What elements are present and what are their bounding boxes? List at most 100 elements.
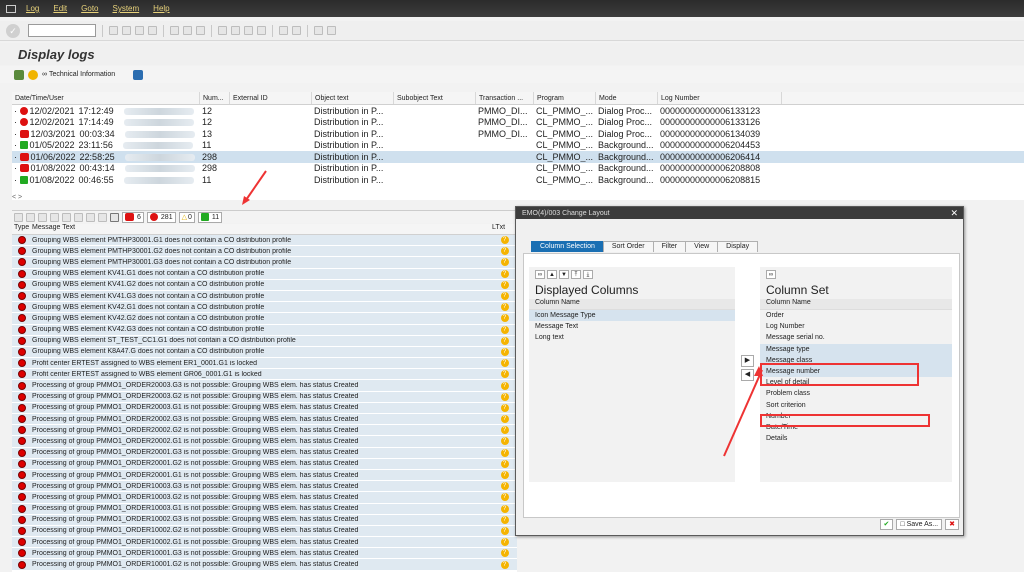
enter-icon[interactable]: ✓: [6, 23, 20, 38]
last-page-icon[interactable]: [257, 26, 266, 35]
long-text-cell[interactable]: ?: [492, 549, 517, 558]
list-item[interactable]: Processing of group PMMO1_ORDER20003.G3 …: [12, 380, 517, 392]
info-icon[interactable]: [133, 69, 144, 80]
excel-icon[interactable]: [74, 212, 83, 222]
list-item[interactable]: Grouping WBS element KV41.G3 does not co…: [12, 290, 517, 303]
shortcut-icon[interactable]: [292, 26, 301, 35]
save-icon[interactable]: [109, 26, 118, 35]
long-text-cell[interactable]: ?: [492, 526, 517, 535]
list-item[interactable]: Grouping WBS element K8A47.G does not co…: [12, 346, 517, 359]
list-item[interactable]: Grouping WBS element KV41.G1 does not co…: [12, 268, 517, 280]
col-object-text[interactable]: Object text: [312, 92, 394, 104]
displayed-column-item[interactable]: Message Text: [529, 321, 735, 332]
col-date-time-user[interactable]: Date/Time/User: [12, 92, 200, 104]
list-item[interactable]: Processing of group PMMO1_ORDER10002.G2 …: [12, 525, 517, 538]
add-column-button[interactable]: ▶: [741, 355, 754, 367]
change-layout-icon[interactable]: [110, 212, 119, 222]
col-log-number[interactable]: Log Number: [658, 92, 782, 104]
col-external-id[interactable]: External ID: [230, 92, 312, 104]
next-page-icon[interactable]: [244, 26, 253, 35]
tab-column-selection[interactable]: Column Selection: [531, 241, 604, 252]
list-item[interactable]: Processing of group PMMO1_ORDER10003.G2 …: [12, 492, 517, 504]
list-item[interactable]: Profit center ERTEST assigned to WBS ele…: [12, 358, 517, 370]
prev-page-icon[interactable]: [231, 26, 240, 35]
list-item[interactable]: Grouping WBS element KV41.G2 does not co…: [12, 279, 517, 291]
long-text-cell[interactable]: ?: [492, 236, 517, 245]
long-text-cell[interactable]: ?: [492, 459, 517, 468]
filter-error-count[interactable]: 281: [146, 211, 176, 223]
long-text-cell[interactable]: ?: [492, 258, 517, 267]
print-icon[interactable]: [170, 26, 179, 35]
list-item[interactable]: Processing of group PMMO1_ORDER20002.G1 …: [12, 436, 517, 448]
remove-column-button[interactable]: ◀: [741, 369, 754, 381]
long-text-cell[interactable]: ?: [492, 415, 517, 424]
display-icon[interactable]: [14, 69, 24, 80]
table-row[interactable]: · 12/03/2021 00:03:34 13 Distribution in P.…: [12, 128, 1024, 140]
tab-view[interactable]: View: [685, 241, 719, 252]
tab-display[interactable]: Display: [717, 241, 759, 252]
long-text-cell[interactable]: ?: [492, 314, 517, 323]
long-text-cell[interactable]: ?: [492, 482, 517, 491]
list-item[interactable]: Grouping WBS element KV42.G3 does not co…: [12, 324, 517, 336]
long-text-cell[interactable]: ?: [492, 426, 517, 435]
first-page-icon[interactable]: [218, 26, 227, 35]
menu-system[interactable]: System: [113, 4, 140, 13]
list-item[interactable]: Processing of group PMMO1_ORDER10002.G1 …: [12, 537, 517, 549]
list-item[interactable]: Grouping WBS element KV42.G1 does not co…: [12, 302, 517, 314]
table-row[interactable]: · 01/08/2022 00:46:55 11 Distribution in P.…: [12, 174, 1024, 186]
list-item[interactable]: Processing of group PMMO1_ORDER10001.G2 …: [12, 559, 517, 571]
col-number[interactable]: Num...: [200, 92, 230, 104]
find-icon[interactable]: [183, 26, 192, 35]
long-text-cell[interactable]: ?: [492, 381, 517, 390]
col-program[interactable]: Program: [534, 92, 596, 104]
find-next-icon[interactable]: [196, 26, 205, 35]
col-subobject-text[interactable]: Subobject Text: [394, 92, 476, 104]
list-item[interactable]: Processing of group PMMO1_ORDER10001.G3 …: [12, 548, 517, 560]
long-text-cell[interactable]: ?: [492, 493, 517, 502]
list-item[interactable]: Processing of group PMMO1_ORDER10002.G3 …: [12, 514, 517, 526]
tab-sort-order[interactable]: Sort Order: [602, 241, 654, 252]
long-text-cell[interactable]: ?: [492, 347, 517, 356]
cancel-icon[interactable]: [148, 26, 157, 35]
confirm-icon[interactable]: ✔: [879, 519, 894, 530]
list-item[interactable]: Grouping WBS element PMTHP30001.G3 does …: [12, 257, 517, 269]
filter-icon[interactable]: [38, 212, 47, 222]
column-set-item[interactable]: Log Number: [760, 321, 952, 332]
command-field[interactable]: [28, 24, 96, 37]
sum-icon[interactable]: [50, 212, 59, 222]
find-icon[interactable]: ∞: [766, 270, 776, 279]
table-row[interactable]: · 12/02/2021 17:12:49 12 Distribution in P.…: [12, 105, 1024, 117]
column-set-item[interactable]: Details: [760, 433, 952, 444]
filter-warning-count[interactable]: △ 0: [178, 211, 195, 223]
long-text-cell[interactable]: ?: [492, 325, 517, 334]
long-text-cell[interactable]: ?: [492, 359, 517, 368]
move-down-icon[interactable]: ▼: [559, 270, 569, 279]
table-row[interactable]: · 12/02/2021 17:14:49 12 Distribution in P.…: [12, 117, 1024, 129]
new-session-icon[interactable]: [279, 26, 288, 35]
long-text-cell[interactable]: ?: [492, 471, 517, 480]
menu-edit[interactable]: Edit: [53, 4, 67, 13]
long-text-cell[interactable]: ?: [492, 560, 517, 569]
list-item[interactable]: Processing of group PMMO1_ORDER10003.G1 …: [12, 503, 517, 515]
back-icon[interactable]: [122, 26, 131, 35]
list-item[interactable]: Profit center ERTEST assigned to WBS ele…: [12, 369, 517, 381]
list-item[interactable]: Processing of group PMMO1_ORDER20001.G1 …: [12, 469, 517, 482]
col-transaction[interactable]: Transaction ...: [476, 92, 534, 104]
technical-info-button[interactable]: ∞ Technical Information: [42, 71, 115, 78]
tab-filter[interactable]: Filter: [652, 241, 687, 252]
print-icon[interactable]: [86, 212, 95, 222]
long-text-cell[interactable]: ?: [492, 437, 517, 446]
col-mode[interactable]: Mode: [596, 92, 658, 104]
menu-goto[interactable]: Goto: [81, 4, 98, 13]
col-message-text[interactable]: Message Text: [32, 224, 492, 234]
list-item[interactable]: Processing of group PMMO1_ORDER20002.G2 …: [12, 425, 517, 437]
horizontal-scrollbar[interactable]: < >: [12, 194, 48, 202]
col-long-text[interactable]: LTxt: [492, 224, 517, 234]
displayed-column-item[interactable]: Icon Message Type: [529, 310, 735, 322]
table-row[interactable]: · 01/06/2022 22:58:25 298 Distribution in P…: [12, 151, 1024, 163]
long-text-cell[interactable]: ?: [492, 448, 517, 457]
column-set-item[interactable]: Message serial no.: [760, 332, 952, 343]
list-item[interactable]: Grouping WBS element PMTHP30001.G2 does …: [12, 246, 517, 258]
move-bottom-icon[interactable]: ⤓: [583, 270, 593, 279]
long-text-cell[interactable]: ?: [492, 303, 517, 312]
